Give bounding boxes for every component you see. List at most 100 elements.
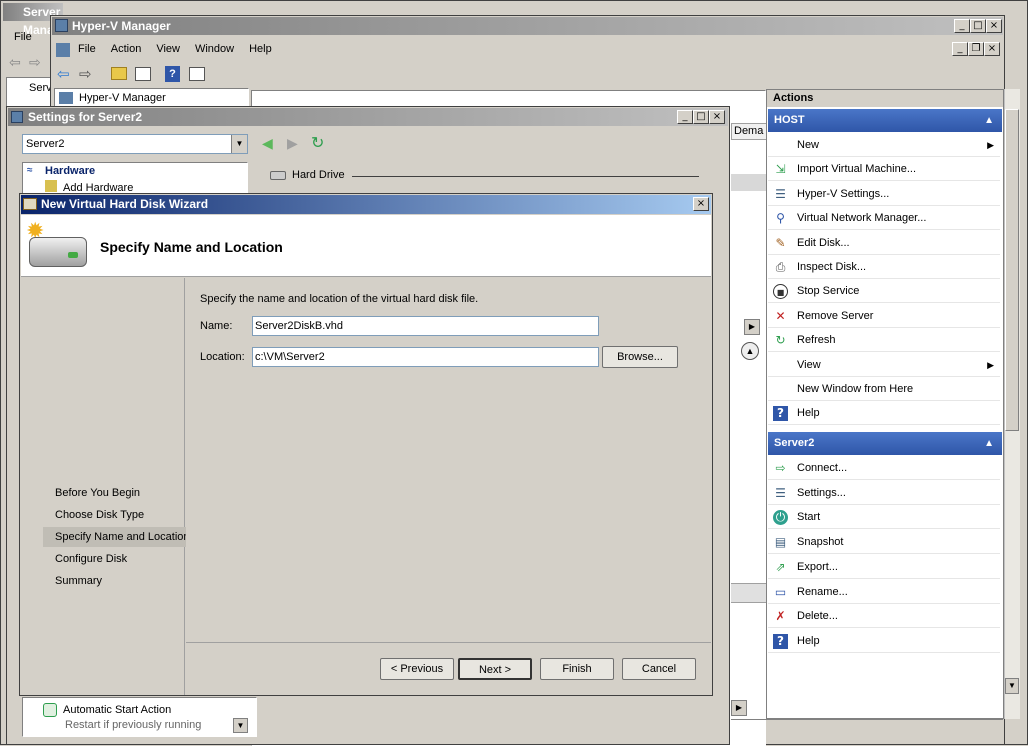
action-remove-server[interactable]: ✕ Remove Server [768, 304, 1000, 328]
menu-action[interactable]: Action [111, 43, 142, 55]
column-header-label: Dema [734, 125, 764, 137]
back-arrow-icon[interactable]: ⇦ [9, 55, 21, 71]
settings-previous-icon[interactable]: ◀ [262, 135, 273, 152]
action-view[interactable]: View ▶ [768, 353, 1000, 377]
settings-next-icon[interactable]: ▶ [287, 135, 298, 152]
hyperv-title: Hyper-V Manager [72, 19, 171, 33]
hyperv-close-button[interactable]: × [986, 19, 1002, 33]
next-button-label: Next > [478, 664, 512, 676]
auto-start-title[interactable]: Automatic Start Action [63, 704, 171, 716]
collapse-chevron-icon[interactable]: ▲ [984, 432, 994, 455]
wizard-title: New Virtual Hard Disk Wizard [41, 197, 209, 211]
browse-button[interactable]: Browse... [602, 346, 678, 368]
toolbar-action-pane-icon[interactable] [189, 67, 205, 81]
settings-close-button[interactable]: × [709, 110, 725, 124]
server2-section-header[interactable]: Server2 ▲ [768, 432, 1002, 455]
settings-refresh-icon[interactable]: ↻ [311, 133, 324, 152]
action-import-virtual-machine[interactable]: ⇲ Import Virtual Machine... [768, 157, 1000, 182]
network-icon: ⚲ [776, 211, 785, 226]
host-section-header[interactable]: HOST ▲ [768, 109, 1002, 132]
stop-icon: ■ [773, 284, 788, 300]
server-manager-menu-file[interactable]: File [14, 31, 32, 43]
actions-scroll-thumb[interactable] [1005, 109, 1019, 431]
action-label: Snapshot [797, 536, 844, 549]
collapse-chevron-icon[interactable]: ▲ [984, 109, 994, 132]
actions-scroll-down-button[interactable]: ▼ [1005, 678, 1019, 694]
tree-item-server[interactable]: Serv [29, 82, 52, 94]
menu-window[interactable]: Window [195, 43, 234, 55]
action-help[interactable]: ? Help [768, 401, 1000, 426]
mdi-restore-button[interactable]: ❐ [968, 42, 984, 56]
center-scroll-right-button[interactable]: ▶ [744, 319, 760, 335]
action-snapshot[interactable]: ▤ Snapshot [768, 530, 1000, 555]
wizard-close-button[interactable]: × [693, 197, 709, 211]
forward-arrow-icon[interactable]: ⇨ [29, 55, 41, 71]
action-stop-service[interactable]: ■ Stop Service [768, 279, 1000, 304]
toolbar-back-icon[interactable]: ⇦ [57, 65, 70, 83]
action-new-window-from-here[interactable]: New Window from Here [768, 377, 1000, 401]
action-delete[interactable]: ✗ Delete... [768, 604, 1000, 629]
action-settings[interactable]: ☰ Settings... [768, 481, 1000, 505]
auto-start-scroll-down[interactable]: ▼ [233, 718, 248, 733]
center-scroll-left-button[interactable]: ▶ [731, 700, 747, 716]
hard-drive-panel: Hard Drive [258, 161, 712, 196]
dropdown-arrow-icon[interactable]: ▼ [231, 135, 247, 153]
settings-titlebar[interactable]: Settings for Server2 [8, 108, 728, 126]
hyperv-maximize-button[interactable]: □ [970, 19, 986, 33]
settings-maximize-button[interactable]: □ [693, 110, 709, 124]
action-connect[interactable]: ⇨ Connect... [768, 456, 1000, 480]
hard-drive-icon [270, 171, 286, 180]
name-field[interactable]: Server2DiskB.vhd [252, 316, 599, 336]
mdi-close-button[interactable]: × [984, 42, 1000, 56]
tree-root-hyperv[interactable]: Hyper-V Manager [79, 92, 166, 104]
wizard-titlebar[interactable]: New Virtual Hard Disk Wizard [21, 195, 711, 214]
column-header-demand[interactable]: Dema [731, 123, 767, 140]
center-selected-row[interactable] [731, 174, 767, 191]
hardware-collapse-icon[interactable]: ≈ [27, 165, 33, 176]
import-icon: ⇲ [775, 162, 786, 177]
action-virtual-network-manager[interactable]: ⚲ Virtual Network Manager... [768, 206, 1000, 231]
center-expand-button[interactable]: ▲ [741, 342, 759, 360]
settings-minimize-button[interactable]: _ [677, 110, 693, 124]
previous-button[interactable]: < Previous [380, 658, 454, 680]
toolbar-show-hide-tree-icon[interactable] [135, 67, 151, 81]
connect-icon: ⇨ [775, 461, 786, 475]
location-field[interactable]: c:\VM\Server2 [252, 347, 599, 367]
edit-disk-icon: ✎ [775, 235, 786, 250]
toolbar-up-folder-icon[interactable] [111, 67, 127, 80]
next-button[interactable]: Next > [458, 658, 532, 680]
action-new[interactable]: New ▶ [768, 133, 1000, 157]
action-inspect-disk[interactable]: ⎙ Inspect Disk... [768, 255, 1000, 279]
wizard-step-specify-name-and-location[interactable]: Specify Name and Location [43, 527, 203, 547]
mdi-minimize-button[interactable]: _ [952, 42, 968, 56]
wizard-step-summary[interactable]: Summary [43, 571, 203, 591]
hyperv-titlebar[interactable]: Hyper-V Manager [52, 17, 1003, 35]
finish-button[interactable]: Finish [540, 658, 614, 680]
vm-select[interactable]: Server2 ▼ [22, 134, 248, 154]
toolbar-forward-icon[interactable]: ⇨ [79, 65, 92, 83]
hyperv-minimize-button[interactable]: _ [954, 19, 970, 33]
blank-icon [773, 138, 788, 153]
location-field-value: c:\VM\Server2 [255, 351, 325, 363]
cancel-button[interactable]: Cancel [622, 658, 696, 680]
action-start[interactable]: ⏻ Start [768, 505, 1000, 530]
action-label: Stop Service [797, 285, 860, 298]
wizard-step-configure-disk[interactable]: Configure Disk [43, 549, 203, 569]
wizard-instruction: Specify the name and location of the vir… [200, 293, 479, 305]
name-field-value: Server2DiskB.vhd [255, 320, 344, 332]
action-help[interactable]: ? Help [768, 629, 1000, 653]
action-rename[interactable]: ▭ Rename... [768, 580, 1000, 604]
action-edit-disk[interactable]: ✎ Edit Disk... [768, 231, 1000, 255]
menu-help[interactable]: Help [249, 43, 272, 55]
action-label: New [797, 139, 820, 151]
menu-view[interactable]: View [156, 43, 180, 55]
wizard-step-choose-disk-type[interactable]: Choose Disk Type [43, 505, 203, 525]
action-export[interactable]: ⇗ Export... [768, 555, 1000, 579]
action-refresh[interactable]: ↻ Refresh [768, 328, 1000, 353]
wizard-step-before-you-begin[interactable]: Before You Begin [43, 483, 203, 503]
menu-file[interactable]: File [78, 43, 96, 55]
blank-icon [773, 382, 788, 397]
action-hyper-v-settings[interactable]: ☰ Hyper-V Settings... [768, 182, 1000, 206]
refresh-icon: ↻ [775, 333, 786, 348]
toolbar-help-icon[interactable]: ? [165, 66, 180, 82]
